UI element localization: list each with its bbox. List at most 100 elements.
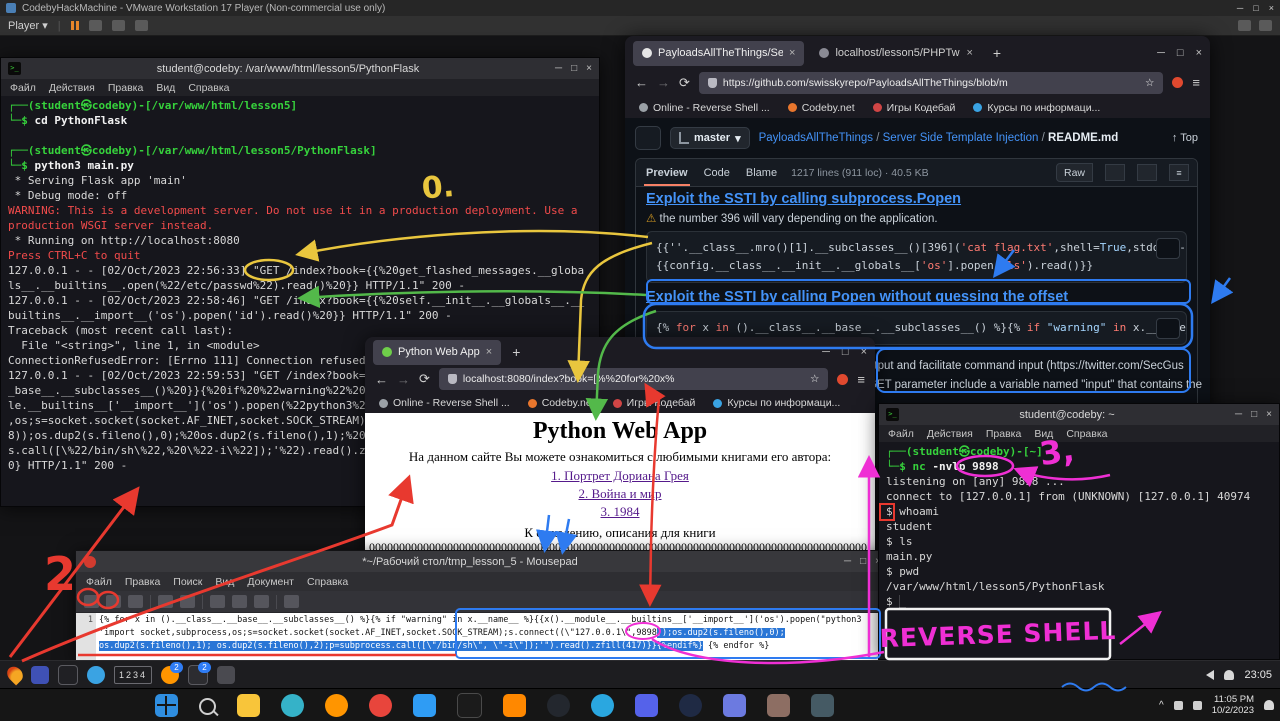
terminal-shell-titlebar[interactable]: >_ student@codeby: ~ ─ □ × — [879, 404, 1279, 425]
editor-text[interactable]: {% for x in ().__class__.__base__.__subc… — [96, 613, 889, 661]
mousepad-menu-item[interactable]: Вид — [215, 576, 234, 588]
snapshot-icon[interactable] — [112, 20, 125, 31]
devices-icon[interactable] — [1259, 20, 1272, 31]
url-bar[interactable]: localhost:8080/index?book=[%%20for%20x% … — [439, 368, 829, 390]
terminal-app-icon[interactable] — [58, 665, 78, 685]
vmware-titlebar[interactable]: CodebyHackMachine - VMware Workstation 1… — [0, 0, 1280, 16]
back-to-top-link[interactable]: ↑ Top — [1172, 132, 1198, 144]
close-button[interactable]: × — [861, 346, 867, 358]
terminal-shell-output[interactable]: ┌──(student㉿codeby)-[~]└─$ nc -nvlp 9898… — [879, 442, 1279, 663]
book-link-3[interactable]: 3. 1984 — [601, 504, 640, 519]
open-icon[interactable] — [106, 595, 121, 608]
bookmark-star-icon[interactable]: ☆ — [810, 373, 819, 385]
terminal-menu-item[interactable]: Действия — [49, 82, 95, 94]
bookmark-item[interactable]: Online - Reverse Shell ... — [639, 102, 770, 114]
vlc-icon[interactable] — [503, 694, 526, 717]
code-block-subclasses[interactable]: {{''.__class__.mro()[1].__subclasses__()… — [646, 231, 1187, 283]
back-button[interactable]: ← — [635, 75, 648, 90]
notification-center-icon[interactable] — [1264, 700, 1274, 710]
vscode-icon[interactable] — [413, 694, 436, 717]
ctrl-alt-del-icon[interactable] — [89, 20, 102, 31]
app-menu-icon[interactable]: ≡ — [857, 372, 865, 387]
copy-icon[interactable] — [1105, 164, 1125, 181]
terminal-menu-item[interactable]: Файл — [10, 82, 36, 94]
copy-icon[interactable] — [232, 595, 247, 608]
close-button[interactable]: × — [586, 63, 592, 74]
volume-icon[interactable] — [1206, 670, 1214, 680]
copy-code-icon[interactable] — [1156, 318, 1180, 339]
redo-icon[interactable] — [180, 595, 195, 608]
minimize-button[interactable]: ─ — [844, 556, 851, 567]
bookmark-item[interactable]: Игры Кодебай — [873, 102, 956, 114]
app-menu-icon[interactable]: ≡ — [1192, 75, 1200, 90]
obs-icon[interactable] — [547, 694, 570, 717]
new-tab-button[interactable]: + — [507, 344, 525, 360]
bookmark-star-icon[interactable]: ☆ — [1145, 77, 1154, 89]
back-button[interactable]: ← — [375, 372, 388, 387]
terminal-menu-item[interactable]: Справка — [1066, 428, 1107, 440]
chrome-icon[interactable] — [369, 694, 392, 717]
terminal-menu-item[interactable]: Вид — [1034, 428, 1053, 440]
terminal-menu-item[interactable]: Правка — [108, 82, 143, 94]
kali-menu-icon[interactable] — [4, 664, 26, 686]
mousepad-task-icon[interactable] — [217, 666, 235, 684]
maximize-button[interactable]: □ — [842, 346, 849, 358]
reload-button[interactable]: ⟳ — [419, 371, 430, 387]
tab-close-icon[interactable]: × — [966, 47, 972, 59]
terminal-flask-titlebar[interactable]: >_ student@codeby: /var/www/html/lesson5… — [1, 58, 599, 79]
extension-icon[interactable] — [837, 374, 848, 385]
vmware-maximize-button[interactable]: □ — [1253, 3, 1258, 13]
terminal-task-icon[interactable]: 2 — [188, 665, 208, 685]
terminal-menu-item[interactable]: Файл — [888, 428, 914, 440]
tray-chevron-icon[interactable]: ^ — [1159, 700, 1164, 711]
bookmark-item[interactable]: Online - Reverse Shell ... — [379, 397, 510, 409]
terminal-menu-item[interactable]: Действия — [927, 428, 973, 440]
browser-tab-python-web-app[interactable]: Python Web App × — [373, 340, 501, 365]
maximize-button[interactable]: □ — [1251, 409, 1257, 420]
browser-app-icon[interactable] — [87, 666, 105, 684]
heading-popen-no-offset[interactable]: Exploit the SSTI by calling Popen withou… — [646, 289, 1187, 305]
maximize-button[interactable]: □ — [1177, 47, 1184, 59]
tab-close-icon[interactable]: × — [486, 346, 492, 358]
suspend-vm-icon[interactable] — [71, 21, 79, 30]
workspace-pager[interactable]: 1234 — [114, 666, 152, 684]
terminal-menu-item[interactable]: Правка — [986, 428, 1021, 440]
breadcrumb-folder[interactable]: Server Side Template Injection — [883, 132, 1039, 144]
edit-icon[interactable] — [1137, 164, 1157, 181]
mousepad-menu-item[interactable]: Справка — [307, 576, 348, 588]
volume-icon[interactable] — [1193, 701, 1202, 710]
breadcrumb-repo[interactable]: PayloadsAllTheThings — [759, 132, 873, 144]
file-tree-toggle-icon[interactable] — [635, 126, 661, 150]
taskbar-clock[interactable]: 11:05 PM 10/2/2023 — [1212, 694, 1254, 716]
network-icon[interactable] — [1174, 701, 1183, 710]
vmware-minimize-button[interactable]: ─ — [1237, 3, 1243, 13]
bookmark-item[interactable]: Курсы по информаци... — [713, 397, 840, 409]
url-bar[interactable]: https://github.com/swisskyrepo/PayloadsA… — [699, 72, 1164, 94]
firefox-task-icon[interactable]: 2 — [161, 666, 179, 684]
notifications-icon[interactable] — [1224, 670, 1234, 680]
forward-button[interactable]: → — [657, 75, 670, 90]
discord-icon[interactable] — [635, 694, 658, 717]
firefox-icon[interactable] — [325, 694, 348, 717]
branch-selector[interactable]: master ▾ — [670, 127, 750, 149]
vmware-taskbar-icon[interactable] — [723, 694, 746, 717]
new-file-icon[interactable] — [84, 595, 99, 608]
find-icon[interactable] — [284, 595, 299, 608]
paste-icon[interactable] — [254, 595, 269, 608]
mousepad-menu-item[interactable]: Файл — [86, 576, 112, 588]
save-icon[interactable] — [128, 595, 143, 608]
raw-button[interactable]: Raw — [1056, 163, 1093, 182]
fullscreen-icon[interactable] — [135, 20, 148, 31]
terminal-menu-item[interactable]: Вид — [156, 82, 175, 94]
tab-preview[interactable]: Preview — [644, 159, 690, 186]
maximize-button[interactable]: □ — [571, 63, 577, 74]
terminal-icon[interactable] — [457, 693, 482, 718]
book-link-2[interactable]: 2. Война и мир — [579, 486, 662, 501]
mousepad-menu-item[interactable]: Правка — [125, 576, 160, 588]
unity-icon[interactable] — [1238, 20, 1251, 31]
minimize-button[interactable]: ─ — [822, 346, 830, 358]
player-menu[interactable]: Player ▾ — [8, 19, 48, 32]
book-link-1[interactable]: 1. Портрет Дориана Грея — [551, 468, 689, 483]
cut-icon[interactable] — [210, 595, 225, 608]
explorer-icon[interactable] — [237, 694, 260, 717]
